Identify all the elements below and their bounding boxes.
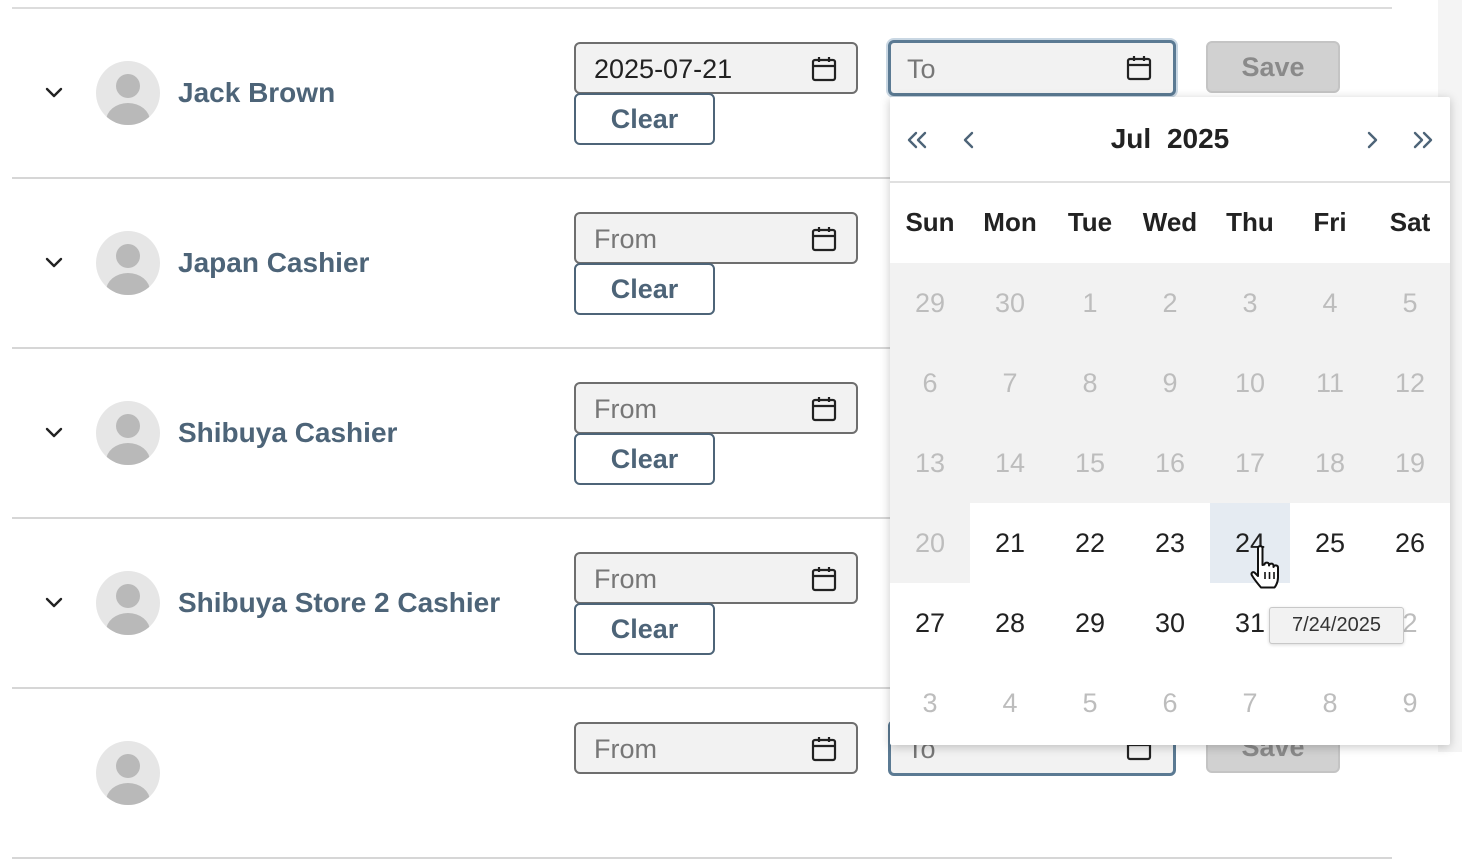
calendar-day-disabled: 11 [1290, 343, 1370, 423]
clear-button[interactable]: Clear [574, 93, 715, 145]
user-name[interactable]: Shibuya Store 2 Cashier [178, 587, 500, 619]
from-date-placeholder: From [594, 564, 657, 594]
weekday-label: Wed [1142, 207, 1198, 237]
calendar-day-disabled: 17 [1210, 423, 1290, 503]
calendar-day[interactable]: 27 [890, 583, 970, 663]
calendar-day-disabled: 13 [890, 423, 970, 503]
to-date-input[interactable]: To [888, 40, 1176, 96]
calendar-grid: 29 30 1 2 3 4 5 6 7 8 9 10 11 12 13 14 1… [890, 263, 1450, 743]
from-date-input[interactable]: 2025-07-21 [574, 42, 858, 94]
calendar-day[interactable]: 22 [1050, 503, 1130, 583]
calendar-day-outside-month[interactable]: 9 [1370, 663, 1450, 743]
calendar-day-disabled: 19 [1370, 423, 1450, 503]
calendar-day-disabled: 12 [1370, 343, 1450, 423]
avatar [96, 61, 160, 125]
calendar-day-disabled: 18 [1290, 423, 1370, 503]
avatar [96, 231, 160, 295]
calendar-day-disabled: 30 [970, 263, 1050, 343]
from-date-placeholder: From [594, 224, 657, 254]
weekday-label: Sun [905, 207, 955, 237]
save-button[interactable]: Save [1206, 41, 1340, 93]
avatar [96, 741, 160, 805]
calendar-day[interactable]: 23 [1130, 503, 1210, 583]
from-date-placeholder: From [594, 394, 657, 424]
calendar-day-disabled: 2 [1130, 263, 1210, 343]
calendar-day-disabled: 7 [970, 343, 1050, 423]
calendar-day[interactable]: 21 [970, 503, 1050, 583]
calendar-icon[interactable] [810, 225, 838, 253]
clear-button[interactable]: Clear [574, 603, 715, 655]
calendar-day-disabled: 29 [890, 263, 970, 343]
calendar-day-outside-month[interactable]: 3 [890, 663, 970, 743]
calendar-icon[interactable] [1125, 54, 1153, 82]
date-picker-popup: Jul 2025 Sun Mon Tue Wed Thu Fri Sat 29 … [890, 97, 1450, 745]
weekday-label: Fri [1313, 207, 1347, 237]
calendar-day-disabled: 3 [1210, 263, 1290, 343]
calendar-day-disabled: 20 [890, 503, 970, 583]
calendar-day-disabled: 5 [1370, 263, 1450, 343]
calendar-day[interactable]: 29 [1050, 583, 1130, 663]
chevron-down-icon[interactable] [42, 80, 66, 104]
calendar-day-outside-month[interactable]: 5 [1050, 663, 1130, 743]
calendar-year[interactable]: 2025 [1167, 123, 1229, 154]
from-date-input[interactable]: From [574, 382, 858, 434]
calendar-day-disabled: 14 [970, 423, 1050, 503]
calendar-day-disabled: 6 [890, 343, 970, 423]
chevron-right-icon[interactable] [1357, 125, 1387, 155]
calendar-day-disabled: 4 [1290, 263, 1370, 343]
calendar-day-disabled: 10 [1210, 343, 1290, 423]
user-name[interactable]: Japan Cashier [178, 247, 369, 279]
chevron-down-icon[interactable] [42, 420, 66, 444]
calendar-day-outside-month[interactable]: 7 [1210, 663, 1290, 743]
chevron-down-icon[interactable] [42, 590, 66, 614]
calendar-day-disabled: 9 [1130, 343, 1210, 423]
hand-pointer-icon [1250, 545, 1279, 589]
calendar-day-disabled: 16 [1130, 423, 1210, 503]
calendar-day-disabled: 8 [1050, 343, 1130, 423]
calendar-icon[interactable] [810, 565, 838, 593]
user-name[interactable]: Jack Brown [178, 77, 335, 109]
to-date-placeholder: To [907, 54, 936, 84]
avatar [96, 571, 160, 635]
calendar-day-outside-month[interactable]: 6 [1130, 663, 1210, 743]
calendar-day-disabled: 1 [1050, 263, 1130, 343]
from-date-input[interactable]: From [574, 722, 858, 774]
weekday-label: Tue [1067, 207, 1113, 237]
calendar-day-outside-month[interactable]: 4 [970, 663, 1050, 743]
user-name[interactable]: Shibuya Cashier [178, 417, 397, 449]
calendar-icon[interactable] [810, 55, 838, 83]
chevron-down-icon[interactable] [42, 250, 66, 274]
from-date-value: 2025-07-21 [594, 54, 733, 84]
from-date-placeholder: From [594, 734, 657, 764]
double-chevron-right-icon[interactable] [1408, 125, 1438, 155]
clear-button[interactable]: Clear [574, 263, 715, 315]
calendar-icon[interactable] [810, 395, 838, 423]
calendar-day[interactable]: 26 [1370, 503, 1450, 583]
calendar-day-disabled: 15 [1050, 423, 1130, 503]
calendar-month[interactable]: Jul [1111, 123, 1151, 154]
weekday-header: Sun Mon Tue Wed Thu Fri Sat [890, 183, 1450, 263]
weekday-label: Thu [1226, 207, 1274, 237]
calendar-header: Jul 2025 [890, 97, 1450, 183]
calendar-day[interactable]: 25 [1290, 503, 1370, 583]
calendar-day[interactable]: 28 [970, 583, 1050, 663]
clear-button[interactable]: Clear [574, 433, 715, 485]
calendar-day[interactable]: 30 [1130, 583, 1210, 663]
calendar-day-outside-month[interactable]: 8 [1290, 663, 1370, 743]
weekday-label: Mon [983, 207, 1037, 237]
weekday-label: Sat [1389, 207, 1431, 237]
calendar-icon[interactable] [810, 735, 838, 763]
from-date-input[interactable]: From [574, 552, 858, 604]
date-tooltip: 7/24/2025 [1269, 607, 1404, 644]
avatar [96, 401, 160, 465]
from-date-input[interactable]: From [574, 212, 858, 264]
